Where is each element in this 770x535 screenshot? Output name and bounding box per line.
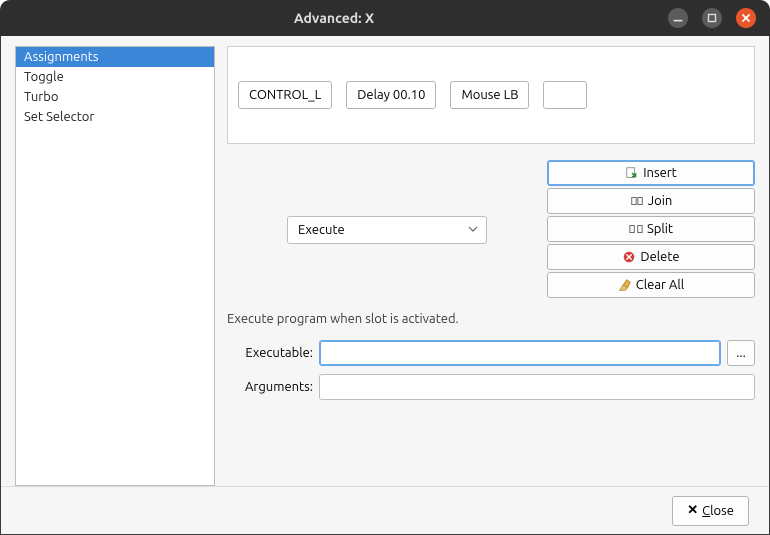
browse-button[interactable]: ...: [727, 340, 755, 366]
ellipsis-icon: ...: [736, 346, 746, 360]
slot-type-value: Execute: [298, 223, 345, 237]
maximize-icon: [705, 11, 719, 25]
slot-button[interactable]: Delay 00.10: [346, 81, 436, 109]
close-button[interactable]: ✕ Close: [672, 496, 749, 526]
minimize-button[interactable]: [668, 8, 688, 28]
arguments-label: Arguments:: [227, 380, 313, 394]
split-icon: [629, 222, 643, 236]
sidebar-item-turbo[interactable]: Turbo: [16, 87, 214, 107]
executable-label: Executable:: [227, 346, 313, 360]
slots-box: CONTROL_L Delay 00.10 Mouse LB: [227, 46, 755, 144]
sidebar-item-label: Toggle: [24, 70, 64, 84]
sidebar-item-toggle[interactable]: Toggle: [16, 67, 214, 87]
split-button[interactable]: Split: [547, 216, 755, 242]
maximize-button[interactable]: [702, 8, 722, 28]
sidebar-item-label: Assignments: [24, 50, 99, 64]
insert-button[interactable]: Insert: [547, 160, 755, 186]
sidebar-item-set-selector[interactable]: Set Selector: [16, 107, 214, 127]
sidebar-item-assignments[interactable]: Assignments: [16, 47, 214, 67]
x-icon: ✕: [687, 503, 698, 518]
join-button[interactable]: Join: [547, 188, 755, 214]
join-icon: [630, 194, 644, 208]
close-button-label: Close: [702, 504, 734, 518]
close-window-button[interactable]: [736, 8, 756, 28]
executable-input[interactable]: [319, 340, 721, 366]
broom-icon: [618, 278, 632, 292]
slot-button[interactable]: CONTROL_L: [238, 81, 332, 109]
close-icon: [739, 11, 753, 25]
slot-button[interactable]: Mouse LB: [450, 81, 529, 109]
delete-button[interactable]: Delete: [547, 244, 755, 270]
sidebar-item-label: Turbo: [24, 90, 58, 104]
clear-all-button[interactable]: Clear All: [547, 272, 755, 298]
chevron-down-icon: [468, 223, 478, 237]
slot-button[interactable]: [543, 81, 587, 109]
insert-icon: [625, 166, 639, 180]
sidebar-item-label: Set Selector: [24, 110, 94, 124]
dialog-footer: ✕ Close: [1, 486, 769, 534]
delete-icon: [622, 250, 636, 264]
minimize-icon: [671, 11, 685, 25]
category-list[interactable]: Assignments Toggle Turbo Set Selector: [15, 46, 215, 486]
slot-type-combo[interactable]: Execute: [287, 216, 487, 244]
help-text: Execute program when slot is activated.: [227, 312, 755, 326]
window-title: Advanced: X: [0, 10, 668, 26]
arguments-input[interactable]: [319, 374, 755, 400]
title-bar: Advanced: X: [0, 0, 770, 36]
